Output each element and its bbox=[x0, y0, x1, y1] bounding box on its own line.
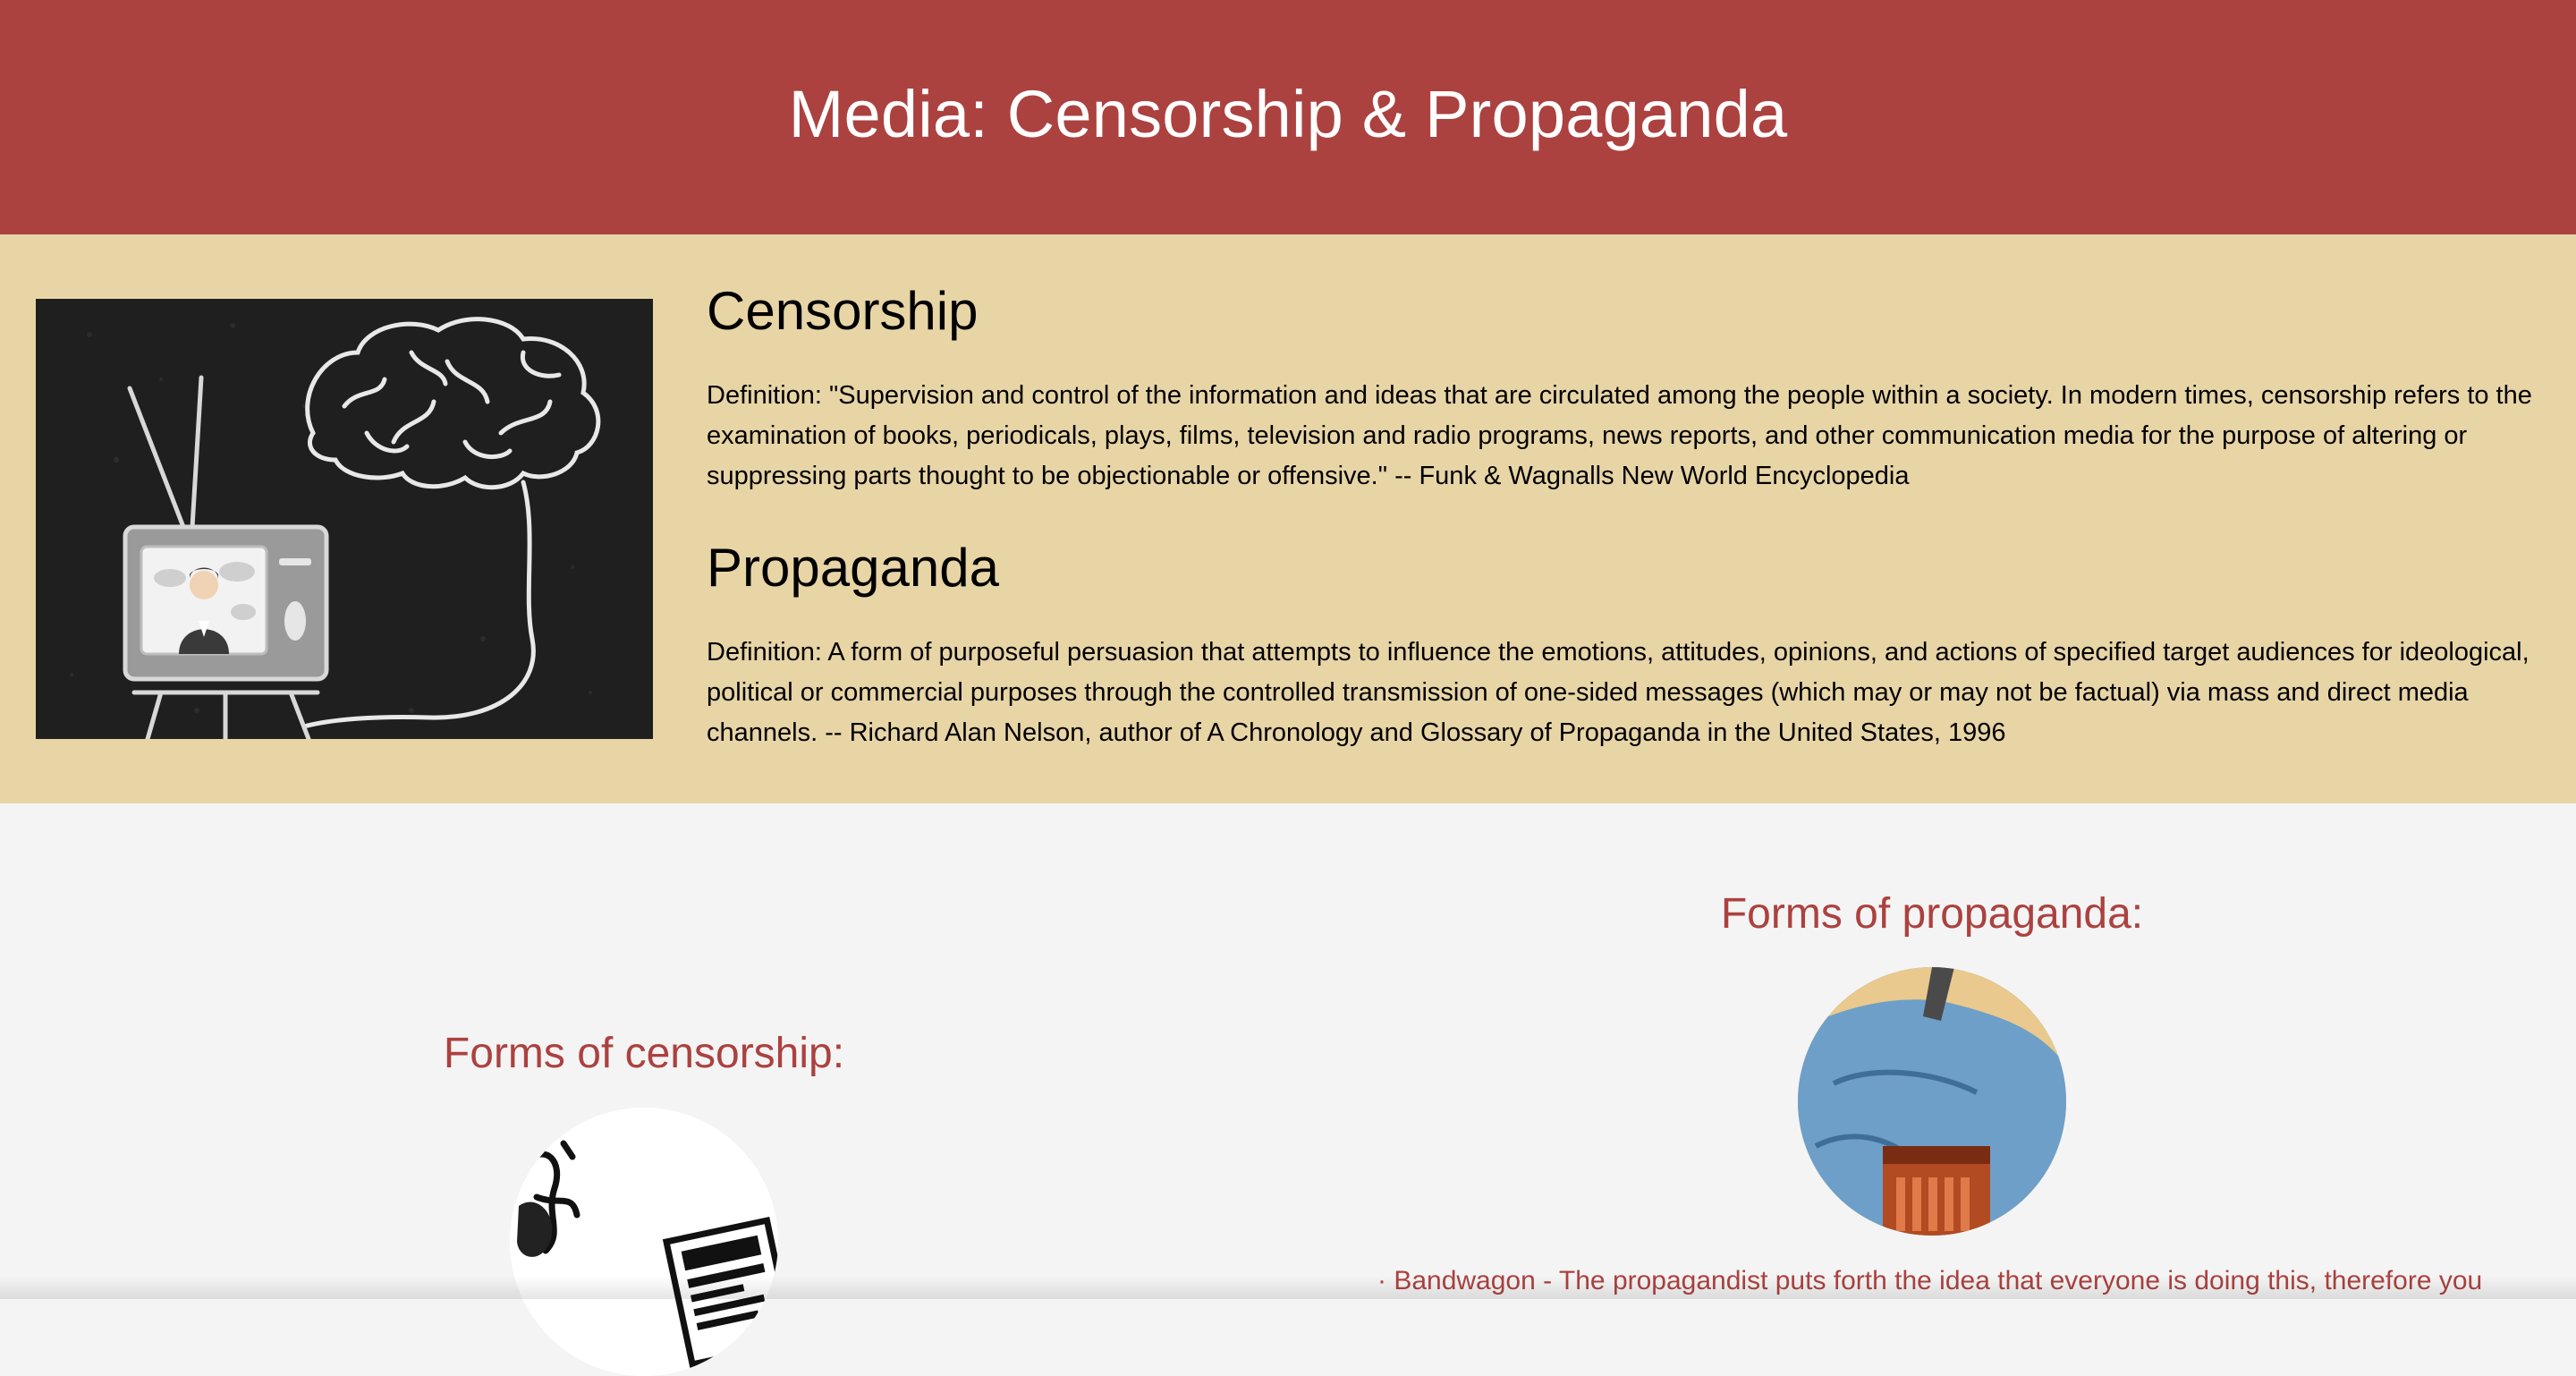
censorship-definition: Definition: "Supervision and control of … bbox=[707, 376, 2558, 497]
definitions-section: Censorship Definition: "Supervision and … bbox=[0, 234, 2576, 803]
forms-of-censorship-heading: Forms of censorship: bbox=[0, 1029, 1288, 1078]
tv-brain-illustration-icon bbox=[36, 299, 653, 739]
forms-of-propaganda-heading: Forms of propaganda: bbox=[1288, 889, 2576, 939]
propaganda-cartoon-icon bbox=[1798, 967, 2066, 1236]
censorship-heading: Censorship bbox=[707, 279, 2558, 344]
list-item: Bandwagon - The propagandist puts forth … bbox=[1377, 1261, 2540, 1301]
forms-section: Forms of censorship: bbox=[0, 803, 2576, 1299]
definitions: Censorship Definition: "Supervision and … bbox=[707, 279, 2558, 793]
propaganda-definition: Definition: A form of purposeful persuas… bbox=[707, 633, 2558, 753]
propaganda-forms-list: Bandwagon - The propagandist puts forth … bbox=[1377, 1261, 2540, 1301]
page-title: Media: Censorship & Propaganda bbox=[789, 76, 1788, 152]
propaganda-heading: Propaganda bbox=[707, 536, 2558, 600]
page-header: Media: Censorship & Propaganda bbox=[0, 0, 2576, 234]
censorship-cartoon-icon bbox=[510, 1108, 778, 1376]
